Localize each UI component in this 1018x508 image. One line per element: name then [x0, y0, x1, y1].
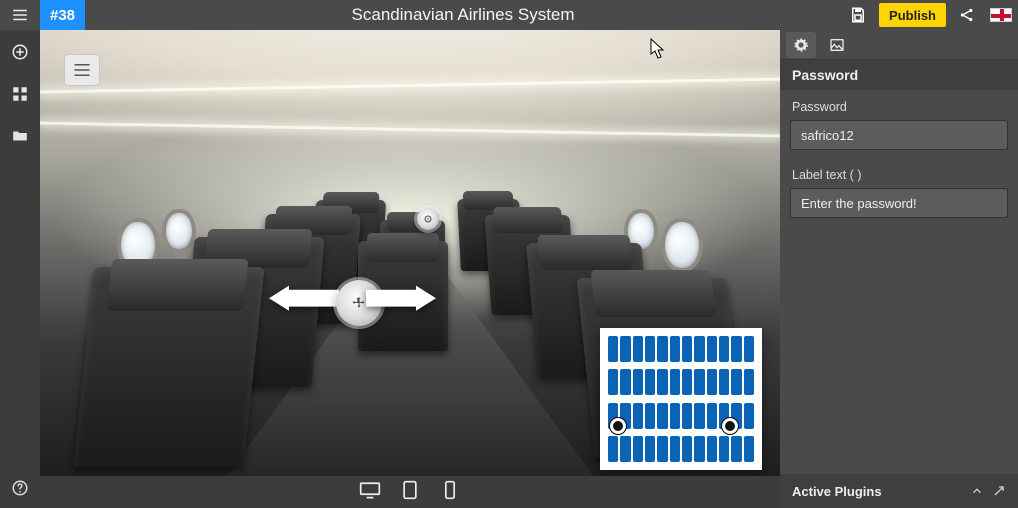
flag-icon — [990, 8, 1012, 22]
tablet-icon — [399, 480, 421, 500]
window-porthole — [166, 213, 192, 249]
top-bar: #38 Scandinavian Airlines System Publish — [0, 0, 1018, 30]
cabin-seat — [74, 267, 265, 467]
window-porthole — [665, 222, 699, 268]
image-icon — [829, 37, 845, 53]
section-title-password: Password — [780, 60, 1018, 90]
active-plugins-label: Active Plugins — [792, 484, 882, 499]
desktop-icon — [359, 480, 381, 500]
save-button[interactable] — [841, 0, 875, 30]
language-button[interactable] — [984, 0, 1018, 30]
panorama-viewport[interactable] — [40, 30, 780, 476]
minimap-marker[interactable] — [722, 418, 738, 434]
tab-settings[interactable] — [786, 32, 816, 58]
chevron-up-icon[interactable] — [970, 484, 984, 498]
nav-arrow-left[interactable] — [269, 280, 339, 316]
preview-mobile-button[interactable] — [439, 480, 461, 505]
arrow-right-icon — [366, 280, 436, 316]
viewport-column — [40, 30, 780, 508]
panel-tabs — [780, 30, 1018, 60]
mobile-icon — [439, 480, 461, 500]
help-icon — [11, 479, 29, 497]
password-input[interactable]: safrico12 — [790, 120, 1008, 150]
minimap-marker[interactable] — [610, 418, 626, 434]
gear-icon — [793, 37, 809, 53]
labeltext-field-label-text: Label text ( ) — [792, 168, 861, 182]
project-id-badge[interactable]: #38 — [40, 0, 85, 30]
active-plugins-bar[interactable]: Active Plugins — [780, 474, 1018, 508]
minimap[interactable] — [600, 328, 762, 470]
files-button[interactable] — [6, 122, 34, 150]
save-icon — [849, 6, 867, 24]
main-menu-button[interactable] — [0, 0, 40, 30]
target-icon — [421, 212, 435, 226]
expand-icon[interactable] — [992, 484, 1006, 498]
labeltext-input-value: Enter the password! — [801, 196, 917, 211]
folder-icon — [11, 127, 29, 145]
move-icon — [352, 296, 366, 310]
nav-arrow-right[interactable] — [366, 280, 436, 316]
publish-button[interactable]: Publish — [879, 3, 946, 27]
widgets-button[interactable] — [6, 80, 34, 108]
left-rail — [0, 30, 40, 508]
widgets-icon — [11, 85, 29, 103]
preview-desktop-button[interactable] — [359, 480, 381, 505]
arrow-left-icon — [269, 280, 339, 316]
add-button[interactable] — [6, 38, 34, 66]
main-area: Password Password safrico12 Label text (… — [0, 30, 1018, 508]
hamburger-icon — [11, 6, 29, 24]
top-actions: Publish — [841, 0, 1018, 30]
share-button[interactable] — [950, 0, 984, 30]
minimap-grid — [608, 336, 754, 462]
project-title[interactable]: Scandinavian Airlines System — [85, 0, 841, 30]
password-input-value: safrico12 — [801, 128, 854, 143]
share-icon — [958, 6, 976, 24]
labeltext-input[interactable]: Enter the password! — [790, 188, 1008, 218]
hamburger-icon — [73, 63, 91, 77]
help-button[interactable] — [6, 474, 34, 502]
password-field-label: Password — [780, 90, 1018, 120]
device-preview-bar — [40, 476, 780, 508]
scene-menu-button[interactable] — [64, 54, 100, 86]
preview-tablet-button[interactable] — [399, 480, 421, 505]
tab-image[interactable] — [822, 32, 852, 58]
plus-circle-icon — [11, 43, 29, 61]
right-panel: Password Password safrico12 Label text (… — [780, 30, 1018, 508]
labeltext-field-label: Label text ( ) — [780, 158, 1018, 188]
